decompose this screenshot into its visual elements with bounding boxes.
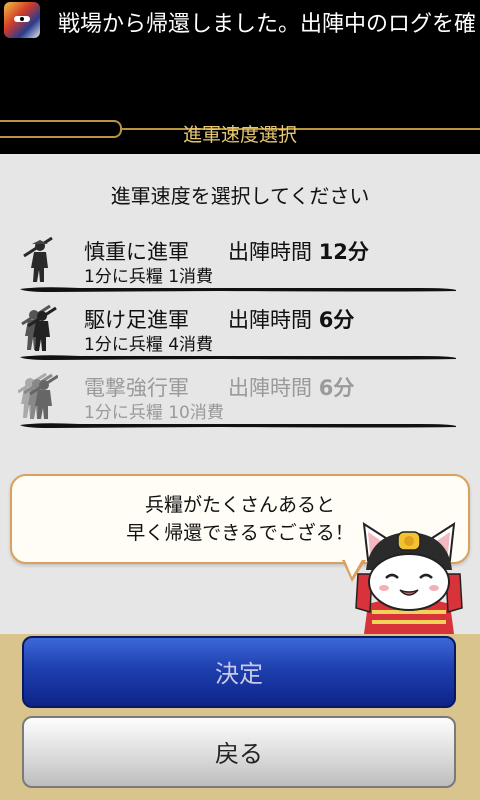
option-time-label: 出陣時間 — [228, 308, 312, 332]
speed-option-blitz[interactable]: 電撃強行軍 出陣時間 6分 1分に兵糧 10消費 — [16, 366, 456, 430]
option-time-value: 6分 — [318, 308, 355, 332]
dialog-title: 進軍速度選択 — [182, 124, 297, 146]
option-cost: 1分に兵糧 10消費 — [84, 403, 224, 423]
back-button[interactable]: 戻る — [22, 716, 456, 788]
option-time-value: 6分 — [318, 376, 355, 400]
option-time: 出陣時間 12分 — [228, 236, 369, 266]
soldiers-icon — [21, 304, 57, 351]
brush-divider — [20, 423, 456, 428]
option-time-label: 出陣時間 — [228, 240, 312, 264]
speed-option-quick[interactable]: 駆け足進軍 出陣時間 6分 1分に兵糧 4消費 — [16, 298, 456, 362]
speech-line-1: 兵糧がたくさんあると — [144, 494, 335, 516]
cat-samurai-mascot-icon — [355, 522, 463, 634]
option-time-label: 出陣時間 — [228, 376, 312, 400]
app-icon — [4, 2, 40, 38]
option-cost: 1分に兵糧 4消費 — [84, 335, 214, 355]
option-time: 出陣時間 6分 — [228, 304, 354, 334]
dialog-content: 進軍速度を選択してください 慎重に進軍 出陣時間 12分 1分に兵糧 1消費 駆… — [0, 154, 480, 634]
dialog-prompt: 進軍速度を選択してください — [110, 184, 370, 208]
brush-divider — [20, 355, 456, 360]
soldier-icon — [23, 236, 53, 282]
option-time: 出陣時間 6分 — [228, 372, 354, 402]
option-time-value: 12分 — [318, 240, 369, 264]
bottom-panel: 決定 戻る — [0, 634, 480, 800]
dialog-header: 進軍速度選択 — [0, 40, 480, 154]
notification-ticker: 戦場から帰還しました。出陣中のログを確 — [58, 12, 477, 37]
confirm-button[interactable]: 決定 — [22, 636, 456, 708]
notification-bar: 戦場から帰還しました。出陣中のログを確 — [0, 0, 480, 40]
army-icon — [18, 372, 58, 419]
speed-option-careful[interactable]: 慎重に進軍 出陣時間 12分 1分に兵糧 1消費 — [16, 230, 456, 294]
brush-divider — [20, 287, 456, 292]
option-cost: 1分に兵糧 1消費 — [84, 267, 214, 287]
